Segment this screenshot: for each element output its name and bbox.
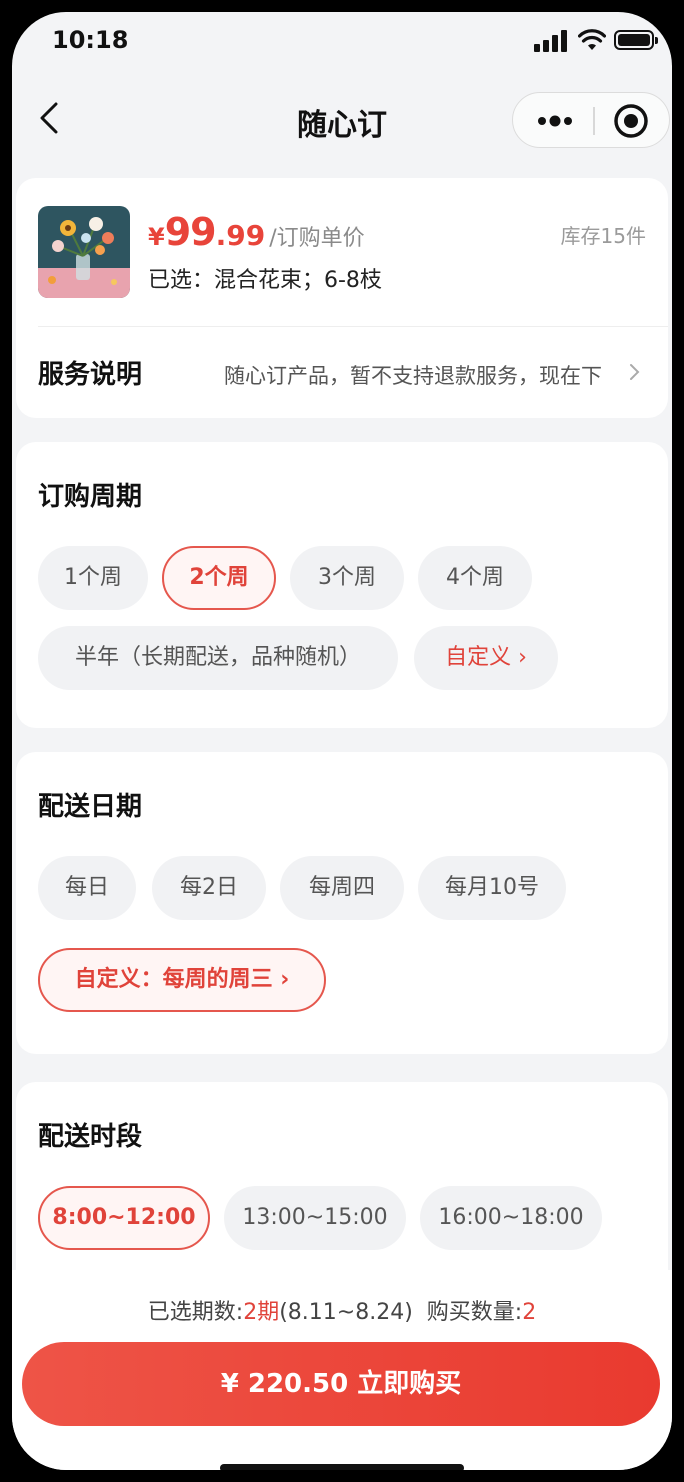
more-options-icon[interactable] [535, 109, 575, 133]
price-decimal: .99 [215, 219, 266, 252]
selected-spec: 已选：混合花束；6-8枝 [148, 268, 382, 293]
delivery-date-card: 配送日期 每日 每2日 每周四 每月10号 自定义：每周的周三 › [16, 752, 668, 1054]
currency-symbol: ¥ [148, 223, 165, 251]
cycle-option-4-weeks[interactable]: 4个周 [418, 546, 532, 610]
order-summary: 已选期数:2期(8.11~8.24) 购买数量:2 [12, 1294, 672, 1326]
price-row: ¥99.99/订购单价 [148, 210, 365, 254]
date-option-every-2-days[interactable]: 每2日 [152, 856, 266, 920]
cycle-option-1-week[interactable]: 1个周 [38, 546, 148, 610]
slot-option-afternoon[interactable]: 16:00~18:00 [420, 1186, 602, 1250]
bottom-bar: 已选期数:2期(8.11~8.24) 购买数量:2 ¥ 220.50 立即购买 [12, 1270, 672, 1470]
cycle-option-half-year[interactable]: 半年（长期配送，品种随机） [38, 626, 398, 690]
wifi-icon [578, 29, 606, 50]
mini-program-capsule [512, 92, 670, 148]
periods-range: (8.11~8.24) [279, 1300, 413, 1325]
delivery-date-title: 配送日期 [38, 792, 143, 822]
date-option-daily[interactable]: 每日 [38, 856, 136, 920]
cellular-signal-icon [534, 30, 570, 52]
price-unit-label: /订购单价 [269, 226, 365, 251]
date-option-monthly-10th[interactable]: 每月10号 [418, 856, 566, 920]
periods-value: 2期 [243, 1300, 280, 1325]
slot-option-midday[interactable]: 13:00~15:00 [224, 1186, 406, 1250]
status-time: 10:18 [52, 26, 129, 54]
service-label: 服务说明 [38, 360, 143, 390]
chevron-right-icon[interactable] [628, 362, 642, 382]
stock-label: 库存15件 [560, 224, 646, 248]
order-cycle-title: 订购周期 [38, 482, 143, 512]
cycle-option-3-weeks[interactable]: 3个周 [290, 546, 404, 610]
buy-now-button[interactable]: ¥ 220.50 立即购买 [22, 1342, 660, 1426]
battery-icon [614, 30, 658, 50]
cycle-option-2-weeks[interactable]: 2个周 [162, 546, 276, 610]
home-indicator [220, 1464, 464, 1470]
screen: 10:18 随心订 ¥99.99 /订购单价 库存15件 已选：混合花束；6-8… [12, 12, 672, 1470]
status-bar: 10:18 [12, 12, 672, 72]
quantity-label: 购买数量: [426, 1300, 523, 1325]
price-integer: 99 [164, 210, 217, 254]
date-option-custom[interactable]: 自定义：每周的周三 › [38, 948, 326, 1012]
time-slot-title: 配送时段 [38, 1122, 143, 1152]
close-mini-program-icon[interactable] [613, 103, 649, 139]
service-description[interactable]: 随心订产品，暂不支持退款服务，现在下 [224, 360, 620, 390]
divider [38, 326, 668, 327]
slot-option-morning[interactable]: 8:00~12:00 [38, 1186, 210, 1250]
capsule-divider [593, 107, 595, 135]
date-option-thursday[interactable]: 每周四 [280, 856, 404, 920]
product-thumbnail[interactable] [38, 206, 130, 298]
periods-label: 已选期数: [147, 1300, 244, 1325]
nav-bar: 随心订 [12, 82, 672, 154]
quantity-value: 2 [522, 1300, 537, 1325]
order-cycle-card: 订购周期 1个周 2个周 3个周 4个周 半年（长期配送，品种随机） 自定义 › [16, 442, 668, 728]
product-card: ¥99.99/订购单价 库存15件 已选：混合花束；6-8枝 服务说明 随心订产… [16, 178, 668, 418]
phone-frame: 10:18 随心订 ¥99.99 /订购单价 库存15件 已选：混合花束；6-8… [0, 0, 684, 1482]
cycle-option-custom[interactable]: 自定义 › [414, 626, 558, 690]
